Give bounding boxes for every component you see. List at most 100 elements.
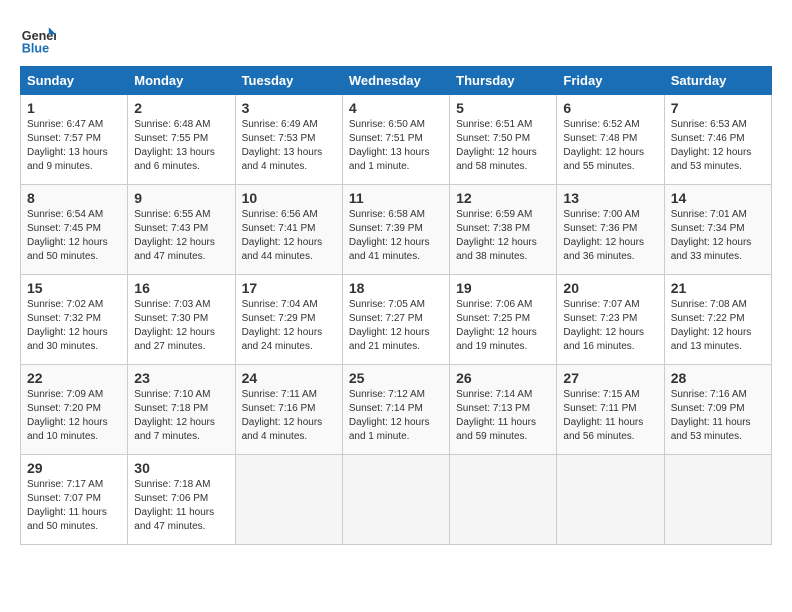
calendar-cell: 12 Sunrise: 6:59 AMSunset: 7:38 PMDayligh… xyxy=(450,185,557,275)
calendar-cell xyxy=(342,455,449,545)
day-number: 23 xyxy=(134,370,228,386)
calendar-header-row: SundayMondayTuesdayWednesdayThursdayFrid… xyxy=(21,67,772,95)
day-number: 10 xyxy=(242,190,336,206)
day-number: 26 xyxy=(456,370,550,386)
calendar-cell: 8 Sunrise: 6:54 AMSunset: 7:45 PMDaylight… xyxy=(21,185,128,275)
day-number: 19 xyxy=(456,280,550,296)
calendar-week-1: 1Sunrise: 6:47 AMSunset: 7:57 PMDaylight… xyxy=(21,95,772,185)
cell-info: Sunrise: 7:04 AMSunset: 7:29 PMDaylight:… xyxy=(242,298,336,354)
logo-icon: General Blue xyxy=(20,20,56,56)
calendar-week-3: 15Sunrise: 7:02 AMSunset: 7:32 PMDayligh… xyxy=(21,275,772,365)
day-number: 13 xyxy=(563,190,657,206)
cell-info: Sunrise: 7:15 AMSunset: 7:11 PMDaylight:… xyxy=(563,388,657,444)
calendar-cell xyxy=(557,455,664,545)
calendar-cell xyxy=(450,455,557,545)
calendar-week-4: 22 Sunrise: 7:09 AMSunset: 7:20 PMDayligh… xyxy=(21,365,772,455)
day-number: 28 xyxy=(671,370,765,386)
cell-info: Sunrise: 6:51 AMSunset: 7:50 PMDaylight:… xyxy=(456,118,550,174)
day-number: 29 xyxy=(27,460,121,476)
calendar-cell: 13 Sunrise: 7:00 AMSunset: 7:36 PMDayligh… xyxy=(557,185,664,275)
cell-info: Sunrise: 7:05 AMSunset: 7:27 PMDaylight:… xyxy=(349,298,443,354)
calendar-cell: 26 Sunrise: 7:14 AMSunset: 7:13 PMDayligh… xyxy=(450,365,557,455)
day-number: 12 xyxy=(456,190,550,206)
cell-info: Sunrise: 7:08 AMSunset: 7:22 PMDaylight:… xyxy=(671,298,765,354)
calendar-cell: 4 Sunrise: 6:50 AMSunset: 7:51 PMDaylight… xyxy=(342,95,449,185)
cell-info: Sunrise: 6:56 AMSunset: 7:41 PMDaylight:… xyxy=(242,208,336,264)
cell-info: Sunrise: 6:50 AMSunset: 7:51 PMDaylight:… xyxy=(349,118,443,174)
calendar-cell: 3Sunrise: 6:49 AMSunset: 7:53 PMDaylight… xyxy=(235,95,342,185)
cell-info: Sunrise: 7:17 AMSunset: 7:07 PMDaylight:… xyxy=(27,478,121,534)
calendar-cell: 29 Sunrise: 7:17 AMSunset: 7:07 PMDayligh… xyxy=(21,455,128,545)
day-number: 25 xyxy=(349,370,443,386)
cell-info: Sunrise: 7:14 AMSunset: 7:13 PMDaylight:… xyxy=(456,388,550,444)
calendar-cell: 21 Sunrise: 7:08 AMSunset: 7:22 PMDayligh… xyxy=(664,275,771,365)
page-header: General Blue xyxy=(20,20,772,56)
calendar-week-5: 29 Sunrise: 7:17 AMSunset: 7:07 PMDayligh… xyxy=(21,455,772,545)
cell-info: Sunrise: 7:18 AMSunset: 7:06 PMDaylight:… xyxy=(134,478,228,534)
calendar-cell: 1Sunrise: 6:47 AMSunset: 7:57 PMDaylight… xyxy=(21,95,128,185)
calendar-cell: 28 Sunrise: 7:16 AMSunset: 7:09 PMDayligh… xyxy=(664,365,771,455)
day-number: 5 xyxy=(456,100,550,116)
calendar-cell: 25Sunrise: 7:12 AMSunset: 7:14 PMDayligh… xyxy=(342,365,449,455)
day-number: 7 xyxy=(671,100,765,116)
day-number: 4 xyxy=(349,100,443,116)
cell-info: Sunrise: 6:48 AMSunset: 7:55 PMDaylight:… xyxy=(134,118,228,174)
cell-info: Sunrise: 6:52 AMSunset: 7:48 PMDaylight:… xyxy=(563,118,657,174)
cell-info: Sunrise: 7:11 AMSunset: 7:16 PMDaylight:… xyxy=(242,388,336,444)
day-number: 24 xyxy=(242,370,336,386)
day-number: 2 xyxy=(134,100,228,116)
cell-info: Sunrise: 7:03 AMSunset: 7:30 PMDaylight:… xyxy=(134,298,228,354)
column-header-tuesday: Tuesday xyxy=(235,67,342,95)
calendar-cell: 24 Sunrise: 7:11 AMSunset: 7:16 PMDayligh… xyxy=(235,365,342,455)
day-number: 16 xyxy=(134,280,228,296)
cell-info: Sunrise: 7:09 AMSunset: 7:20 PMDaylight:… xyxy=(27,388,121,444)
calendar-cell: 2 Sunrise: 6:48 AMSunset: 7:55 PMDaylight… xyxy=(128,95,235,185)
cell-info: Sunrise: 7:02 AMSunset: 7:32 PMDaylight:… xyxy=(27,298,121,354)
calendar-cell: 20 Sunrise: 7:07 AMSunset: 7:23 PMDayligh… xyxy=(557,275,664,365)
day-number: 8 xyxy=(27,190,121,206)
column-header-thursday: Thursday xyxy=(450,67,557,95)
cell-info: Sunrise: 6:55 AMSunset: 7:43 PMDaylight:… xyxy=(134,208,228,264)
day-number: 17 xyxy=(242,280,336,296)
calendar-cell: 15Sunrise: 7:02 AMSunset: 7:32 PMDayligh… xyxy=(21,275,128,365)
calendar-cell: 17 Sunrise: 7:04 AMSunset: 7:29 PMDayligh… xyxy=(235,275,342,365)
day-number: 21 xyxy=(671,280,765,296)
cell-info: Sunrise: 6:53 AMSunset: 7:46 PMDaylight:… xyxy=(671,118,765,174)
day-number: 14 xyxy=(671,190,765,206)
column-header-monday: Monday xyxy=(128,67,235,95)
day-number: 18 xyxy=(349,280,443,296)
calendar-week-2: 8 Sunrise: 6:54 AMSunset: 7:45 PMDaylight… xyxy=(21,185,772,275)
column-header-friday: Friday xyxy=(557,67,664,95)
cell-info: Sunrise: 7:16 AMSunset: 7:09 PMDaylight:… xyxy=(671,388,765,444)
day-number: 6 xyxy=(563,100,657,116)
calendar-cell: 18 Sunrise: 7:05 AMSunset: 7:27 PMDayligh… xyxy=(342,275,449,365)
calendar-cell: 6 Sunrise: 6:52 AMSunset: 7:48 PMDaylight… xyxy=(557,95,664,185)
cell-info: Sunrise: 7:10 AMSunset: 7:18 PMDaylight:… xyxy=(134,388,228,444)
day-number: 27 xyxy=(563,370,657,386)
day-number: 11 xyxy=(349,190,443,206)
cell-info: Sunrise: 7:06 AMSunset: 7:25 PMDaylight:… xyxy=(456,298,550,354)
day-number: 20 xyxy=(563,280,657,296)
day-number: 1 xyxy=(27,100,121,116)
cell-info: Sunrise: 7:07 AMSunset: 7:23 PMDaylight:… xyxy=(563,298,657,354)
day-number: 3 xyxy=(242,100,336,116)
calendar-cell xyxy=(235,455,342,545)
cell-info: Sunrise: 7:01 AMSunset: 7:34 PMDaylight:… xyxy=(671,208,765,264)
calendar-cell: 16 Sunrise: 7:03 AMSunset: 7:30 PMDayligh… xyxy=(128,275,235,365)
calendar-cell: 10 Sunrise: 6:56 AMSunset: 7:41 PMDayligh… xyxy=(235,185,342,275)
calendar-cell: 19 Sunrise: 7:06 AMSunset: 7:25 PMDayligh… xyxy=(450,275,557,365)
cell-info: Sunrise: 6:59 AMSunset: 7:38 PMDaylight:… xyxy=(456,208,550,264)
cell-info: Sunrise: 7:00 AMSunset: 7:36 PMDaylight:… xyxy=(563,208,657,264)
cell-info: Sunrise: 6:58 AMSunset: 7:39 PMDaylight:… xyxy=(349,208,443,264)
cell-info: Sunrise: 6:54 AMSunset: 7:45 PMDaylight:… xyxy=(27,208,121,264)
calendar-table: SundayMondayTuesdayWednesdayThursdayFrid… xyxy=(20,66,772,545)
column-header-wednesday: Wednesday xyxy=(342,67,449,95)
day-number: 22 xyxy=(27,370,121,386)
calendar-cell: 30Sunrise: 7:18 AMSunset: 7:06 PMDayligh… xyxy=(128,455,235,545)
calendar-cell: 5 Sunrise: 6:51 AMSunset: 7:50 PMDaylight… xyxy=(450,95,557,185)
day-number: 9 xyxy=(134,190,228,206)
calendar-cell: 23 Sunrise: 7:10 AMSunset: 7:18 PMDayligh… xyxy=(128,365,235,455)
calendar-cell xyxy=(664,455,771,545)
column-header-sunday: Sunday xyxy=(21,67,128,95)
calendar-cell: 22 Sunrise: 7:09 AMSunset: 7:20 PMDayligh… xyxy=(21,365,128,455)
